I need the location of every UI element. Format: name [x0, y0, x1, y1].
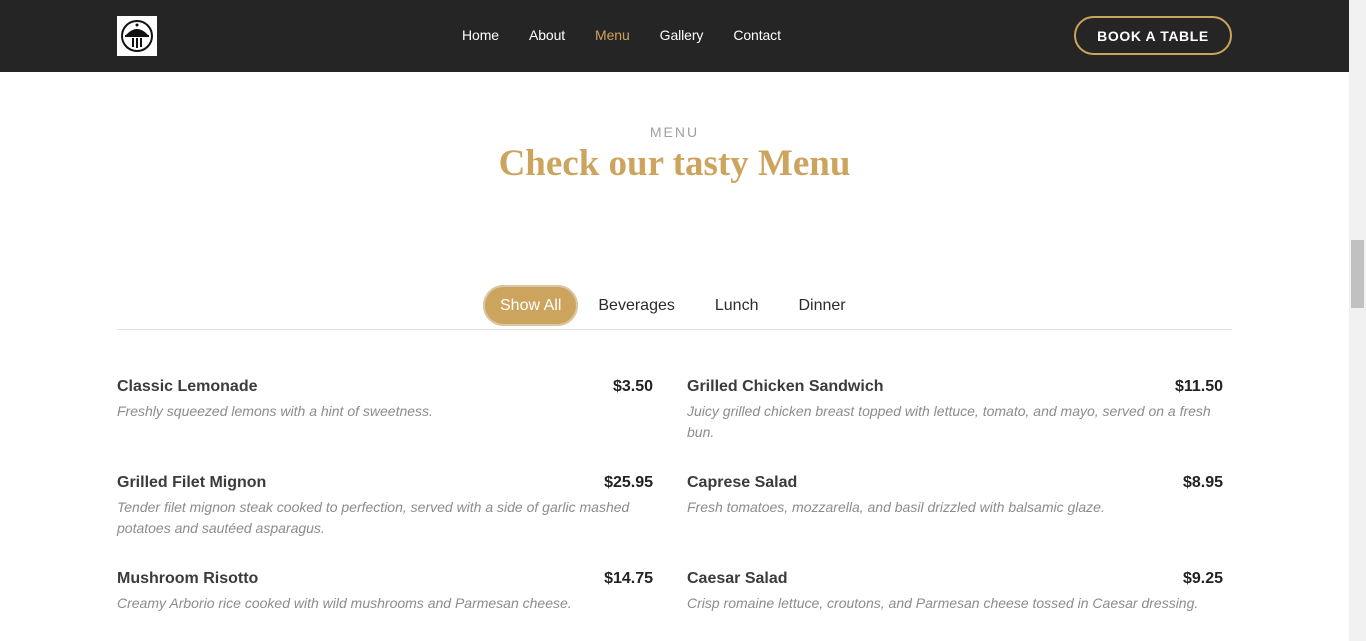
menu-item-name: Classic Lemonade	[117, 378, 258, 395]
menu-item-price: $3.50	[612, 378, 653, 395]
scrollbar-thumb[interactable]	[1351, 240, 1364, 308]
menu-item-price: $14.75	[604, 570, 653, 587]
section-title: Check our tasty Menu	[498, 143, 851, 184]
book-a-table-button[interactable]: BOOK A TABLE	[1074, 16, 1232, 55]
section-label: MENU	[649, 124, 700, 140]
menu-filters: Show All Beverages Lunch Dinner	[483, 285, 866, 326]
menu-item-description: Tender filet mignon steak cooked to perf…	[117, 499, 630, 536]
menu-item-description: Crisp romaine lettuce, croutons, and Par…	[687, 595, 1199, 611]
filter-lunch[interactable]: Lunch	[695, 285, 779, 326]
logo[interactable]	[117, 16, 157, 56]
nav-link-home[interactable]: Home	[462, 27, 499, 43]
nav-link-gallery[interactable]: Gallery	[660, 27, 704, 43]
site-header: Home About Menu Gallery Contact BOOK A T…	[0, 0, 1349, 72]
page-scrollbar[interactable]	[1349, 0, 1366, 641]
menu-item-name: Grilled Chicken Sandwich	[687, 378, 884, 395]
filter-show-all[interactable]: Show All	[483, 285, 579, 326]
nav-link-about[interactable]: About	[529, 27, 565, 43]
restaurant-cloche-icon	[121, 20, 153, 52]
menu-item-price: $25.95	[604, 474, 653, 491]
filter-beverages[interactable]: Beverages	[578, 285, 695, 326]
menu-item-name: Mushroom Risotto	[117, 570, 259, 587]
menu-item-description: Creamy Arborio rice cooked with wild mus…	[117, 595, 572, 611]
menu-item-name: Caprese Salad	[687, 474, 798, 491]
filter-divider	[117, 329, 1232, 330]
menu-item-name: Grilled Filet Mignon	[117, 474, 267, 491]
menu-item-price: $8.95	[1182, 474, 1223, 491]
filter-dinner[interactable]: Dinner	[778, 285, 865, 326]
menu-item-name: Caesar Salad	[687, 570, 788, 587]
menu-item-description: Freshly squeezed lemons with a hint of s…	[117, 403, 433, 419]
nav-link-menu[interactable]: Menu	[595, 27, 630, 43]
menu-item-price: $11.50	[1174, 378, 1223, 395]
nav-link-contact[interactable]: Contact	[733, 27, 781, 43]
menu-item-price: $9.25	[1182, 570, 1223, 587]
menu-item-description: Fresh tomatoes, mozzarella, and basil dr…	[687, 499, 1105, 515]
menu-item-description: Juicy grilled chicken breast topped with…	[687, 403, 1211, 440]
main-nav: Home About Menu Gallery Contact	[447, 22, 796, 48]
